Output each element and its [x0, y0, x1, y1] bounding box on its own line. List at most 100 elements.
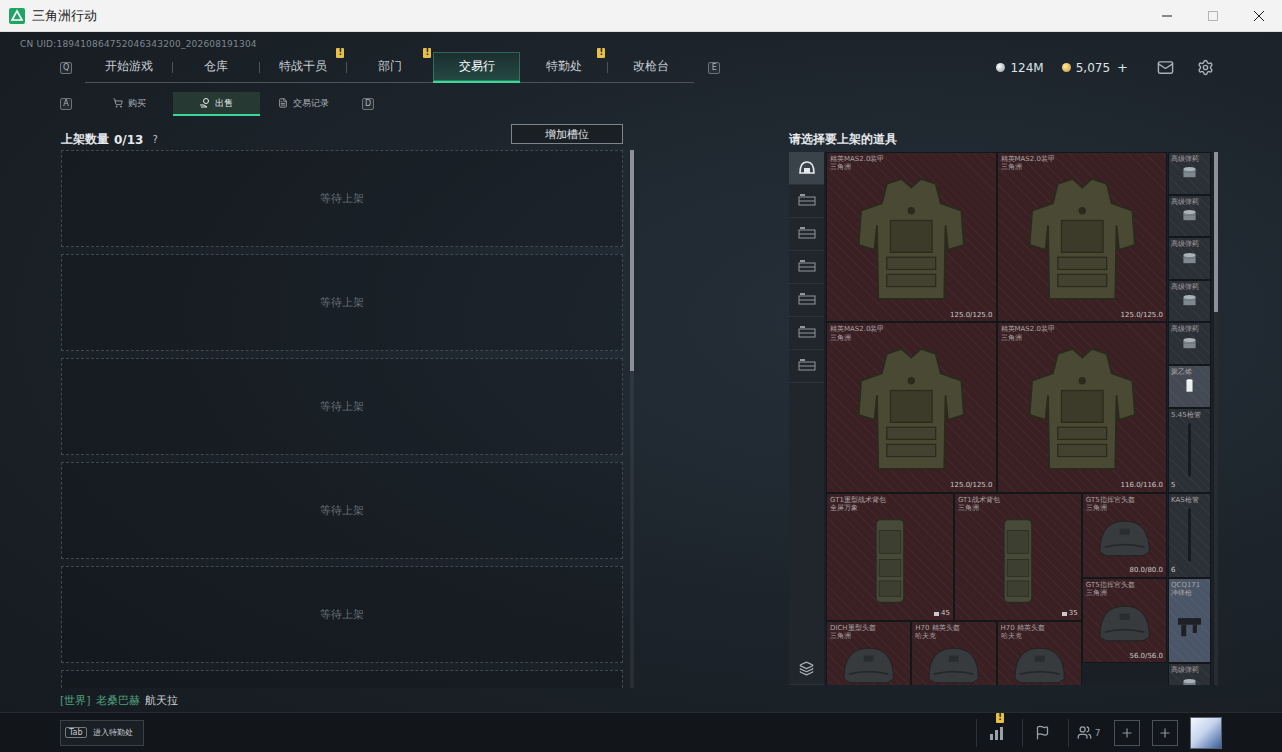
side-column: 高级弹药高级弹药高级弹药高级弹药高级弹药聚乙烯5.45枪管5KAS枪管6QCQ1…: [1168, 152, 1211, 685]
slots-area: 等待上架等待上架等待上架等待上架等待上架: [61, 150, 634, 688]
item-art: [958, 513, 1078, 609]
currency: 124M: [996, 61, 1043, 75]
sub-tab[interactable]: 出售: [173, 92, 260, 116]
item-footer: [1171, 183, 1208, 192]
scroll-thumb[interactable]: [630, 150, 634, 371]
barrel-icon: [1173, 421, 1206, 479]
friends-button[interactable]: 7: [1068, 719, 1102, 747]
listing-slot[interactable]: 等待上架: [61, 566, 623, 663]
inventory-box: 精英MAS2.0装甲三角洲125.0/125.0精英MAS2.0装甲三角洲125…: [789, 152, 1218, 685]
category-item[interactable]: [789, 350, 824, 383]
item-tile[interactable]: H70 精英头盔哈夫克: [911, 621, 996, 685]
nav-tab[interactable]: 特勤处!: [520, 52, 607, 83]
alert-badge: !: [423, 48, 431, 58]
item-tile[interactable]: 聚乙烯: [1168, 365, 1211, 408]
scrollbar[interactable]: [1214, 152, 1218, 685]
item-footer: 125.0/125.0: [830, 481, 993, 490]
add-currency-button[interactable]: +: [1117, 60, 1128, 75]
scrollbar[interactable]: [630, 150, 634, 688]
item-tile[interactable]: 高级弹药: [1168, 152, 1211, 195]
item-name: 精英MAS2.0装甲: [830, 155, 993, 163]
lock-icon: [1062, 610, 1067, 616]
minimize-button[interactable]: [1144, 0, 1190, 32]
nav-tab[interactable]: 交易行: [433, 52, 520, 83]
cart-icon: [113, 98, 123, 108]
player-avatar[interactable]: [1190, 717, 1222, 749]
nav-tab[interactable]: 特战干员!: [259, 52, 346, 83]
item-tile[interactable]: GT1重型战术背包全屏万象45: [826, 493, 954, 621]
item-footer: [1171, 353, 1208, 362]
sub-tab-label: 交易记录: [293, 97, 329, 110]
scroll-thumb[interactable]: [1214, 152, 1218, 312]
ammo-icon: [1173, 293, 1206, 308]
item-tile[interactable]: GT1战术背包三角洲35: [954, 493, 1082, 621]
close-button[interactable]: [1236, 0, 1282, 32]
nav-tab[interactable]: 改枪台: [607, 52, 694, 83]
item-tile[interactable]: QCQ171冲锋枪: [1168, 578, 1211, 663]
sub-tab-label: 购买: [128, 97, 146, 110]
flag-button[interactable]: [1022, 719, 1056, 747]
item-tile[interactable]: 高级弹药: [1168, 237, 1211, 280]
mail-button[interactable]: [1154, 57, 1176, 79]
item-tile[interactable]: 精英MAS2.0装甲三角洲125.0/125.0: [826, 152, 997, 322]
item-tile[interactable]: 高级弹药: [1168, 322, 1211, 365]
title-left: 三角洲行动: [0, 7, 97, 25]
slot-label: 等待上架: [320, 191, 364, 206]
cabinet-icon: [798, 293, 816, 307]
listing-slot[interactable]: 等待上架: [61, 254, 623, 351]
listing-slot[interactable]: 等待上架: [61, 462, 623, 559]
alert-badge: !: [597, 48, 605, 58]
category-item[interactable]: [789, 218, 824, 251]
item-count: 45: [941, 609, 950, 617]
add-teammate-button[interactable]: [1152, 720, 1178, 746]
category-item[interactable]: [789, 152, 824, 185]
game-logo-icon: [9, 8, 25, 24]
sub-tab[interactable]: 购买: [86, 92, 173, 116]
item-tile[interactable]: 5.45枪管5: [1168, 408, 1211, 493]
item-tile[interactable]: H70 精英头盔哈夫克: [997, 621, 1082, 685]
item-tile[interactable]: 精英MAS2.0装甲三角洲125.0/125.0: [997, 152, 1168, 322]
item-footer: 125.0/125.0: [830, 310, 993, 319]
item-tile[interactable]: DICH重型头盔三角洲: [826, 621, 911, 685]
listing-slot[interactable]: 等待上架: [61, 358, 623, 455]
item-art: [1171, 419, 1208, 481]
item-footer: 35: [958, 609, 1078, 618]
item-tile[interactable]: GT5指挥官头盔三角洲56.0/56.0: [1082, 578, 1167, 663]
item-tile[interactable]: 精英MAS2.0装甲三角洲125.0/125.0: [826, 322, 997, 492]
cabinet-icon: [798, 227, 816, 241]
nav-tab[interactable]: 开始游戏: [85, 52, 172, 83]
flag-icon: [1035, 725, 1050, 740]
listing-slot[interactable]: 等待上架: [61, 150, 623, 247]
help-button[interactable]: ?: [152, 134, 157, 145]
sub-tab[interactable]: 交易记录: [260, 92, 347, 116]
inventory-panel: 请选择要上架的道具精英MAS2.0装甲三角洲125.0/125.0精英MAS2.…: [789, 122, 1218, 688]
category-item[interactable]: [789, 251, 824, 284]
top-right: 124M5,075+: [996, 57, 1216, 79]
stats-button[interactable]: !: [976, 719, 1010, 747]
slot-list: 等待上架等待上架等待上架等待上架等待上架: [61, 150, 623, 688]
nav-tab[interactable]: 仓库: [172, 52, 259, 83]
item-tile[interactable]: 精英MAS2.0装甲三角洲116.0/116.0: [997, 322, 1168, 492]
item-tile[interactable]: 高级弹药: [1168, 663, 1211, 685]
item-art: [830, 342, 993, 481]
special-ops-button[interactable]: Tab进入特勤处: [60, 720, 144, 746]
nav-tab[interactable]: 部门!: [346, 52, 433, 83]
gold-coin-icon: [1062, 63, 1071, 72]
add-teammate-button[interactable]: [1114, 720, 1140, 746]
category-item[interactable]: [789, 284, 824, 317]
category-item[interactable]: [789, 185, 824, 218]
listing-slot[interactable]: [61, 670, 623, 688]
add-slot-button[interactable]: 增加槽位: [511, 124, 623, 144]
maximize-button: [1190, 0, 1236, 32]
item-tile[interactable]: KAS枪管6: [1168, 493, 1211, 578]
item-tile[interactable]: 高级弹药: [1168, 280, 1211, 323]
item-tile[interactable]: 高级弹药: [1168, 195, 1211, 238]
category-item[interactable]: [789, 317, 824, 350]
window-controls: [1144, 0, 1282, 31]
settings-button[interactable]: [1194, 57, 1216, 79]
layers-button[interactable]: [789, 652, 824, 685]
item-tile[interactable]: GT5指挥官头盔三角洲80.0/80.0: [1082, 493, 1167, 578]
next-key: D: [362, 98, 374, 110]
chat-message: 航天拉: [145, 693, 178, 708]
category-column: [789, 152, 824, 685]
